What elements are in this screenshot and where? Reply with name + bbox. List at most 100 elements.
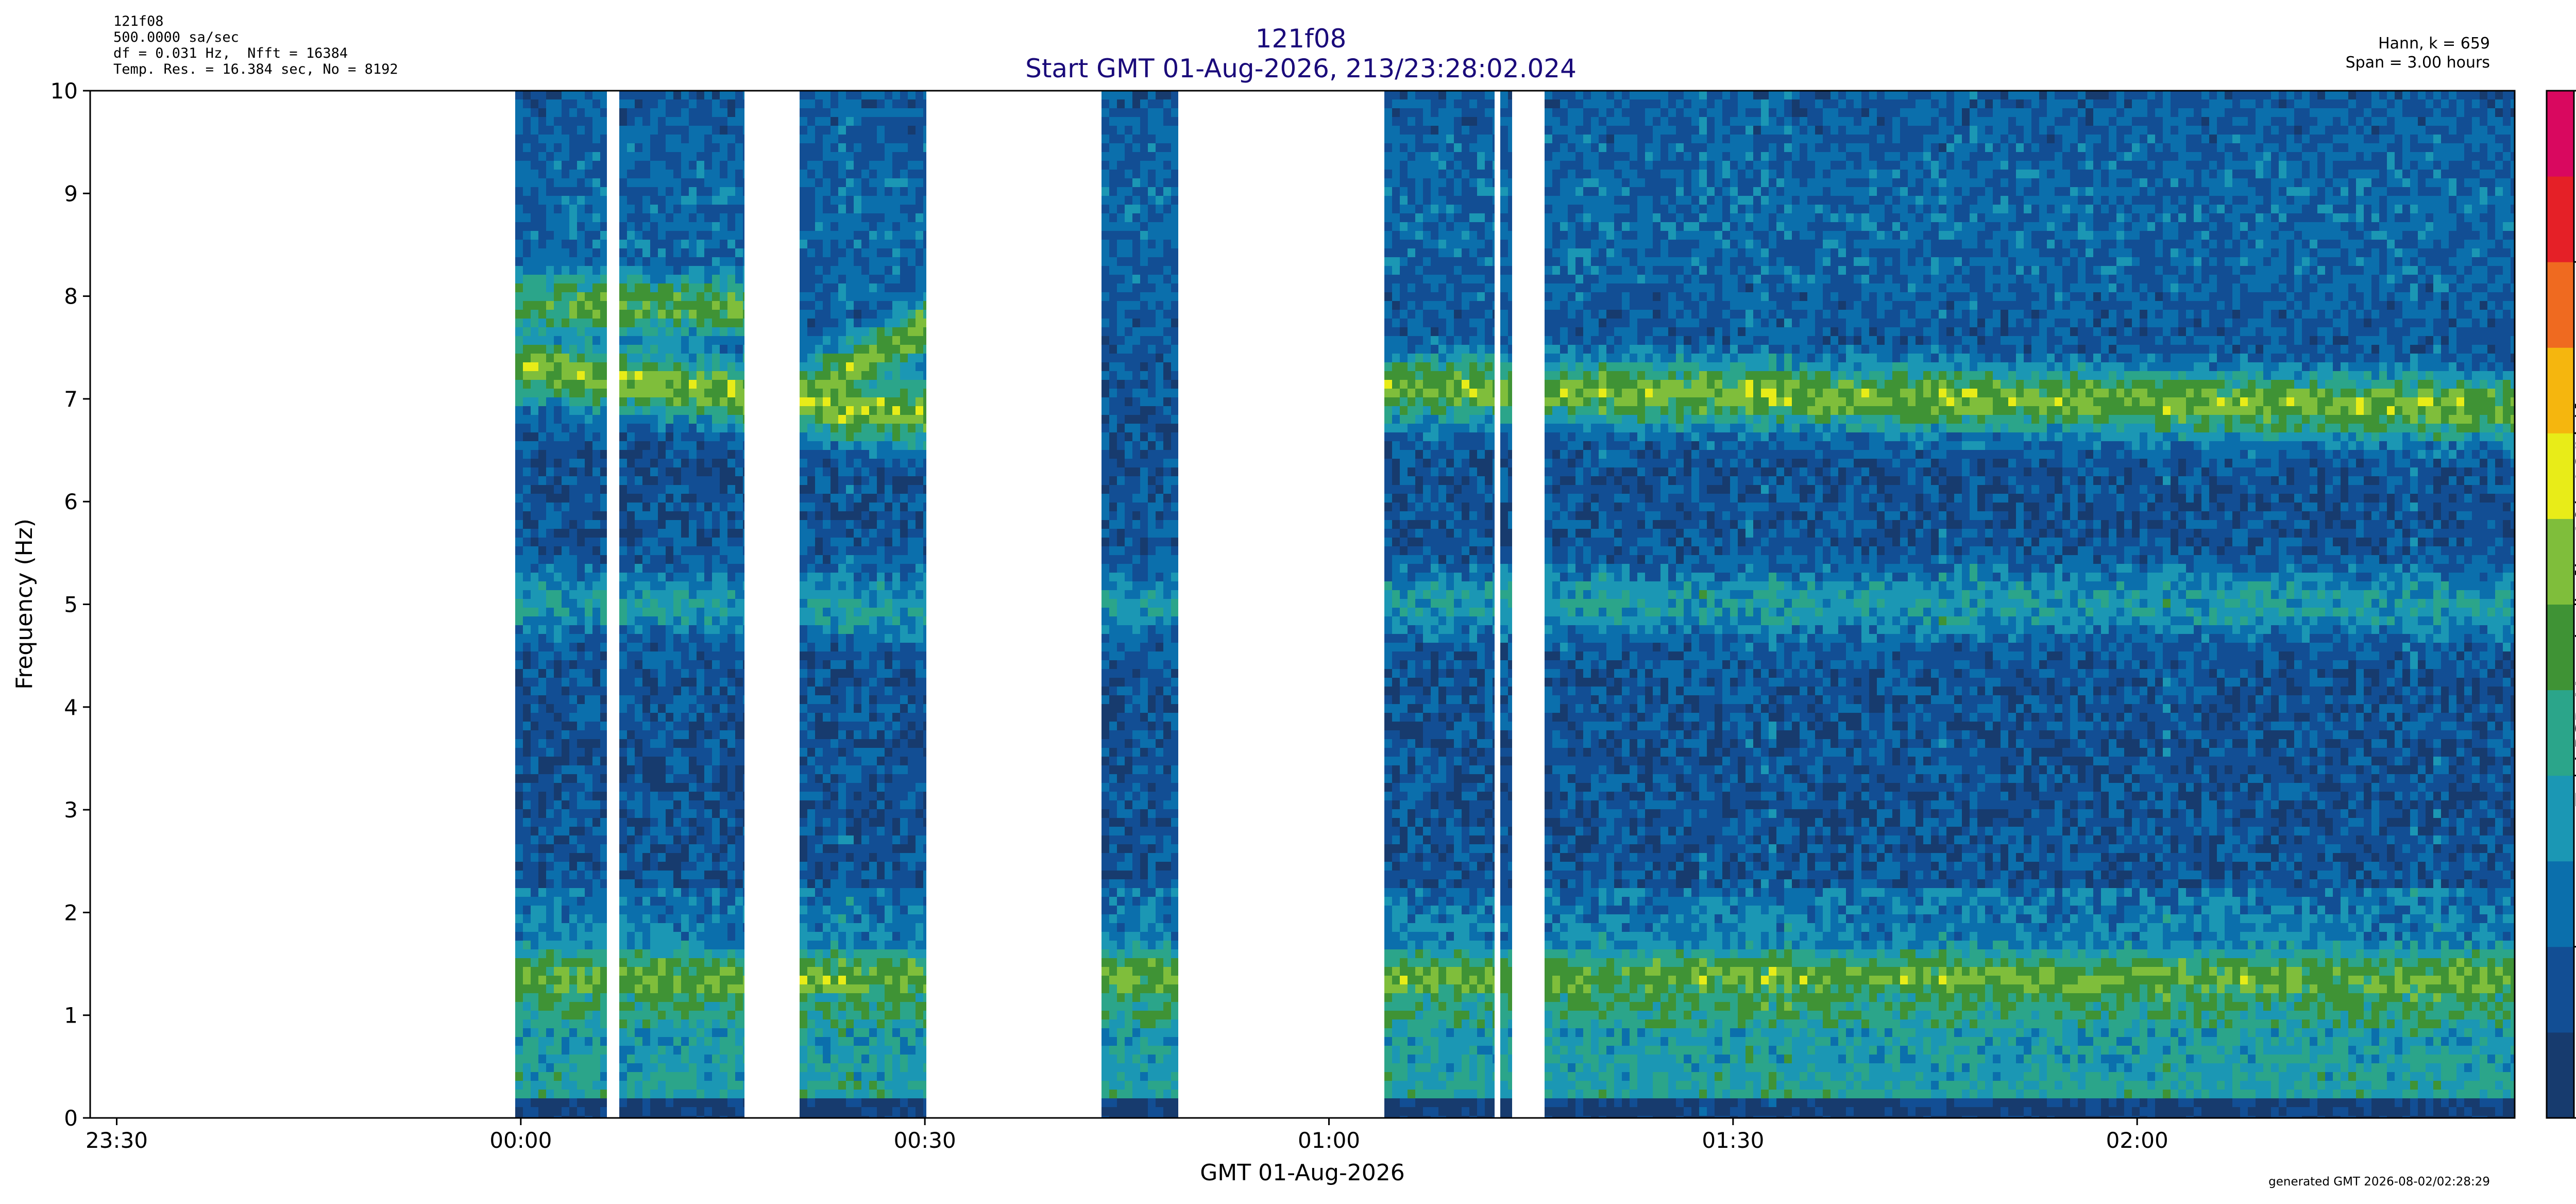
heatmap-cell bbox=[585, 888, 592, 897]
heatmap-cell bbox=[577, 520, 585, 529]
heatmap-cell bbox=[569, 739, 577, 748]
heatmap-cell bbox=[585, 783, 592, 792]
heatmap-cell bbox=[554, 240, 562, 248]
heatmap-cell bbox=[538, 1098, 546, 1107]
heatmap-cell bbox=[546, 415, 554, 424]
heatmap-cell bbox=[600, 599, 607, 608]
heatmap-cell bbox=[635, 222, 642, 231]
heatmap-cell bbox=[531, 651, 538, 660]
heatmap-cell bbox=[585, 310, 592, 319]
heatmap-cell bbox=[546, 853, 554, 862]
heatmap-cell bbox=[569, 152, 577, 161]
heatmap-cell bbox=[569, 213, 577, 222]
heatmap-cell bbox=[577, 993, 585, 1002]
heatmap-cell bbox=[619, 380, 627, 389]
heatmap-cell bbox=[523, 213, 531, 222]
heatmap-cell bbox=[531, 835, 538, 844]
heatmap-cell bbox=[635, 599, 642, 608]
heatmap-cell bbox=[554, 897, 562, 906]
heatmap-cell bbox=[546, 538, 554, 546]
heatmap-cell bbox=[592, 844, 600, 853]
heatmap-cell bbox=[515, 143, 523, 152]
heatmap-cell bbox=[635, 546, 642, 555]
heatmap-cell bbox=[585, 984, 592, 993]
heatmap-cell bbox=[562, 984, 569, 993]
heatmap-cell bbox=[538, 1072, 546, 1081]
heatmap-cell bbox=[523, 678, 531, 687]
heatmap-cell bbox=[523, 1063, 531, 1072]
heatmap-cell bbox=[619, 687, 627, 695]
heatmap-cell bbox=[627, 599, 635, 608]
heatmap-cell bbox=[619, 678, 627, 687]
heatmap-cell bbox=[562, 354, 569, 362]
heatmap-cell bbox=[627, 467, 635, 476]
heatmap-cell bbox=[627, 283, 635, 292]
heatmap-cell bbox=[577, 1019, 585, 1028]
heatmap-cell bbox=[600, 336, 607, 345]
heatmap-cell bbox=[523, 800, 531, 809]
heatmap-cell bbox=[600, 862, 607, 871]
heatmap-cell bbox=[619, 1081, 627, 1090]
heatmap-cell bbox=[523, 687, 531, 695]
heatmap-cell bbox=[546, 765, 554, 774]
heatmap-cell bbox=[546, 152, 554, 161]
heatmap-cell bbox=[538, 1090, 546, 1098]
heatmap-cell bbox=[635, 371, 642, 380]
heatmap-cell bbox=[600, 923, 607, 932]
heatmap-cell bbox=[538, 135, 546, 143]
heatmap-cell bbox=[554, 143, 562, 152]
heatmap-cell bbox=[523, 178, 531, 187]
heatmap-cell bbox=[546, 1019, 554, 1028]
heatmap-cell bbox=[523, 1028, 531, 1037]
heatmap-cell bbox=[515, 108, 523, 117]
heatmap-cell bbox=[585, 222, 592, 231]
heatmap-cell bbox=[554, 1011, 562, 1019]
heatmap-cell bbox=[600, 257, 607, 266]
heatmap-cell bbox=[585, 546, 592, 555]
heatmap-cell bbox=[531, 844, 538, 853]
heatmap-cell bbox=[523, 222, 531, 231]
heatmap-cell bbox=[523, 161, 531, 170]
heatmap-cell bbox=[562, 958, 569, 967]
heatmap-cell bbox=[585, 283, 592, 292]
heatmap-cell bbox=[515, 678, 523, 687]
heatmap-cell bbox=[562, 914, 569, 923]
heatmap-cell bbox=[585, 319, 592, 327]
heatmap-cell bbox=[523, 327, 531, 336]
heatmap-cell bbox=[619, 231, 627, 240]
heatmap-cell bbox=[569, 695, 577, 704]
heatmap-cell bbox=[531, 958, 538, 967]
heatmap-cell bbox=[585, 503, 592, 511]
heatmap-cell bbox=[635, 336, 642, 345]
heatmap-cell bbox=[577, 616, 585, 625]
heatmap-cell bbox=[554, 546, 562, 555]
heatmap-cell bbox=[627, 800, 635, 809]
heatmap-cell bbox=[600, 625, 607, 634]
heatmap-cell bbox=[546, 599, 554, 608]
heatmap-cell bbox=[569, 161, 577, 170]
heatmap-cell bbox=[554, 774, 562, 783]
heatmap-cell bbox=[538, 835, 546, 844]
heatmap-cell bbox=[554, 389, 562, 397]
heatmap-cell bbox=[585, 389, 592, 397]
heatmap-cell bbox=[562, 292, 569, 301]
heatmap-cell bbox=[592, 765, 600, 774]
heatmap-cell bbox=[546, 126, 554, 135]
heatmap-cell bbox=[538, 187, 546, 196]
heatmap-cell bbox=[592, 1028, 600, 1037]
heatmap-cell bbox=[515, 897, 523, 906]
heatmap-cell bbox=[546, 248, 554, 257]
heatmap-cell bbox=[619, 757, 627, 765]
heatmap-cell bbox=[619, 704, 627, 713]
heatmap-cell bbox=[585, 1107, 592, 1116]
heatmap-cell bbox=[619, 1063, 627, 1072]
heatmap-cell bbox=[531, 529, 538, 538]
heatmap-cell bbox=[523, 354, 531, 362]
heatmap-cell bbox=[577, 99, 585, 108]
heatmap-cell bbox=[592, 520, 600, 529]
heatmap-cell bbox=[515, 432, 523, 441]
heatmap-cell bbox=[569, 1081, 577, 1090]
heatmap-cell bbox=[538, 1028, 546, 1037]
heatmap-cell bbox=[577, 555, 585, 564]
heatmap-cell bbox=[592, 222, 600, 231]
